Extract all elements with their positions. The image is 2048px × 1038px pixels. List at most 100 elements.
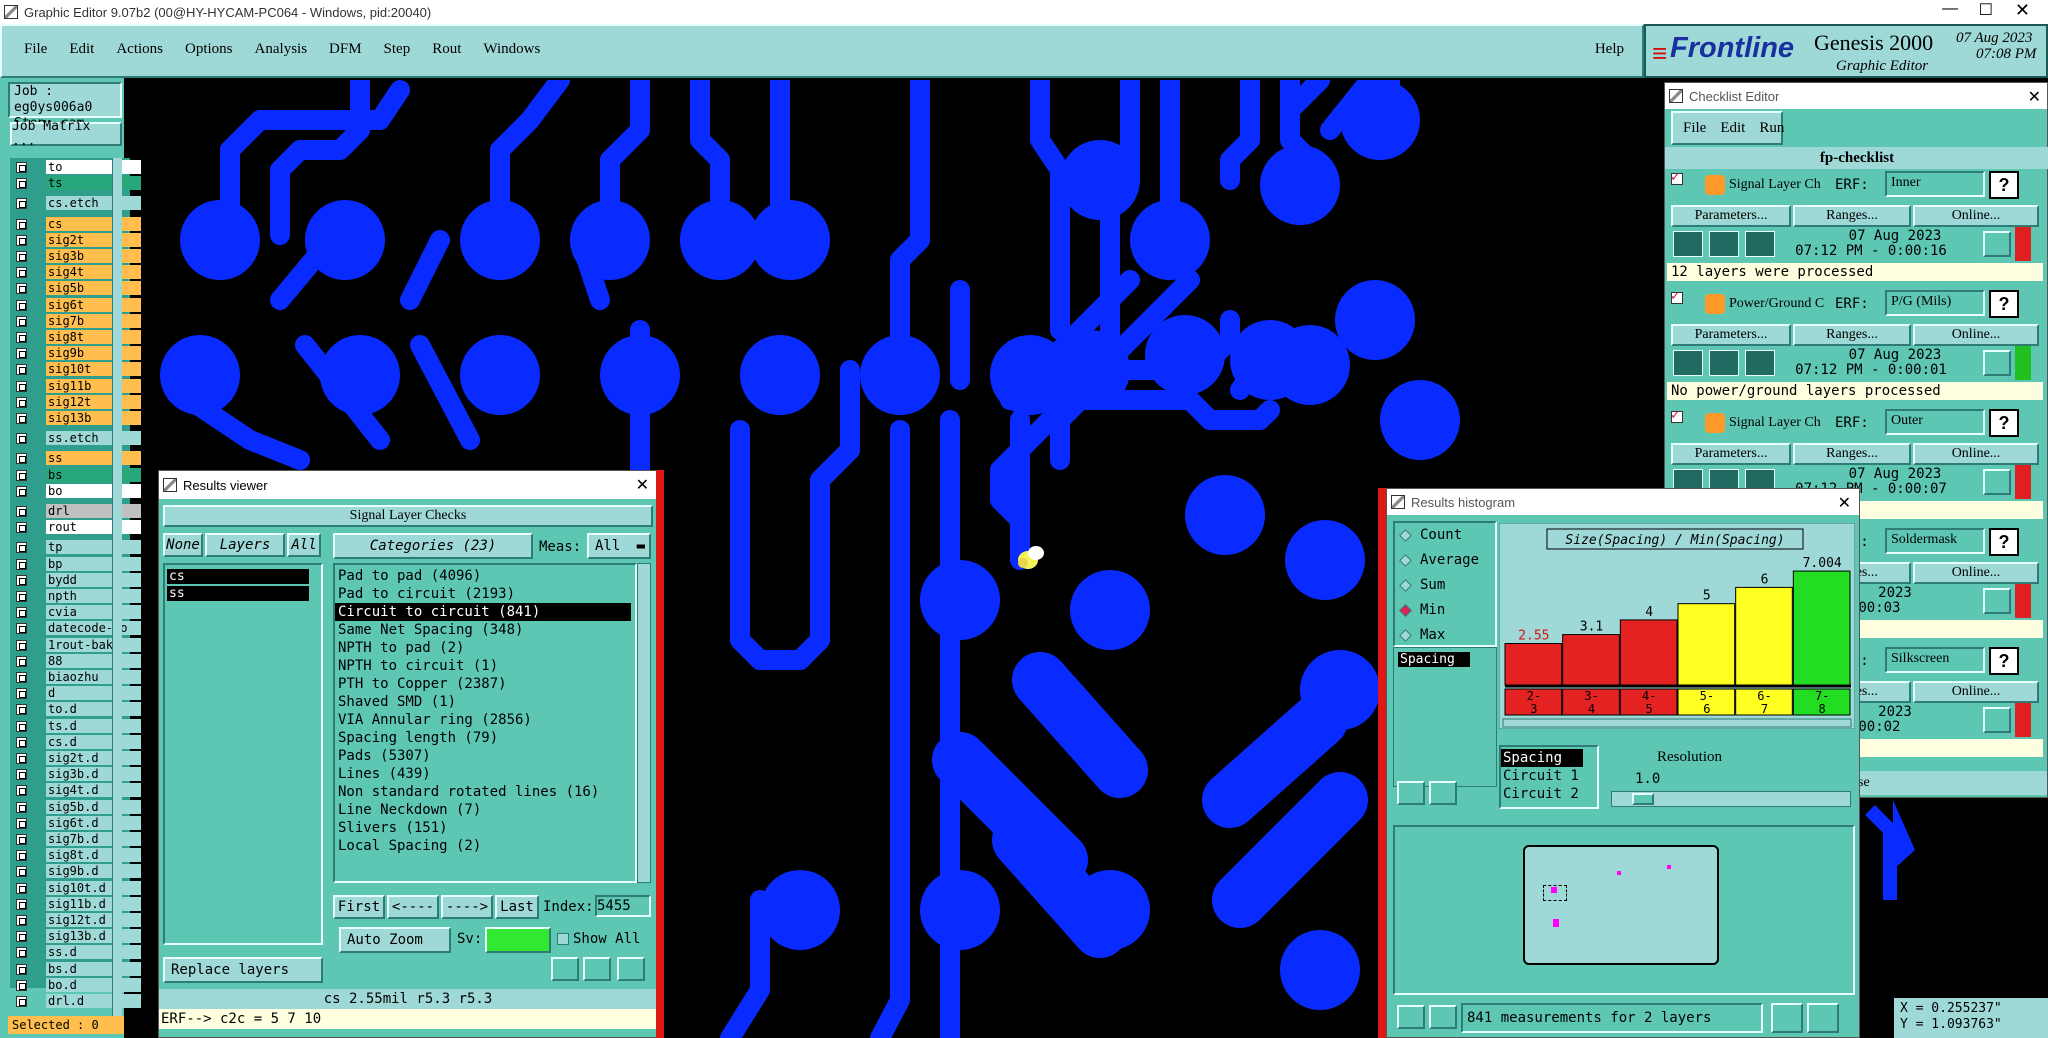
hist-refresh-icon[interactable]: [1429, 781, 1457, 805]
help-icon[interactable]: ?: [1989, 409, 2019, 437]
menu-actions[interactable]: Actions: [116, 41, 163, 58]
minimize-icon[interactable]: —: [1942, 0, 1958, 18]
layer-row[interactable]: tp: [10, 540, 141, 555]
menu-help[interactable]: Help: [1595, 41, 1624, 58]
layer-row[interactable]: ss: [10, 451, 141, 466]
sv-color-dropdown[interactable]: [485, 927, 551, 953]
menu-file[interactable]: File: [24, 41, 47, 58]
layer-row[interactable]: sig6t.d: [10, 815, 141, 831]
checklist-menu-file[interactable]: File: [1683, 120, 1706, 137]
layer-row[interactable]: sig7b.d: [10, 832, 141, 847]
layer-row[interactable]: bs: [10, 467, 141, 483]
parameters-button[interactable]: Parameters...: [1671, 205, 1791, 227]
layer-checkbox[interactable]: [16, 453, 27, 465]
meas-dropdown[interactable]: All ▬: [587, 533, 651, 559]
layer-results-list[interactable]: cs ss: [163, 563, 323, 945]
zoom-result-icon[interactable]: [1983, 231, 2011, 257]
layer-row[interactable]: ts: [10, 176, 141, 191]
layer-checkbox[interactable]: [16, 688, 27, 700]
layer-checkbox[interactable]: [16, 162, 27, 173]
layer-row[interactable]: sig2t: [10, 232, 141, 248]
layer-row[interactable]: sig13b.d: [10, 929, 141, 944]
layer-row[interactable]: rout: [10, 520, 141, 535]
menu-windows[interactable]: Windows: [483, 41, 540, 58]
undo-icon[interactable]: [617, 957, 645, 981]
histogram-bar[interactable]: [1735, 586, 1793, 686]
histogram-bar[interactable]: [1792, 570, 1851, 686]
layer-row[interactable]: sig7b: [10, 313, 141, 329]
zoom-area-icon[interactable]: [1807, 1003, 1839, 1033]
layer-row[interactable]: drl.d: [10, 994, 141, 1009]
category-item[interactable]: Non standard rotated lines (16): [335, 783, 635, 801]
layer-checkbox[interactable]: [16, 469, 27, 481]
histogram-close-icon[interactable]: ✕: [1838, 493, 1851, 513]
histogram-chart[interactable]: Size(Spacing) / Min(Spacing) 2.55 2-3 3.1 3-…: [1499, 523, 1855, 729]
layer-checkbox[interactable]: [16, 607, 27, 619]
checklist-close-button[interactable]: ose: [1851, 771, 2047, 795]
run-action-icon[interactable]: [1673, 350, 1703, 376]
layer-row[interactable]: npth: [10, 589, 141, 604]
layer-checkbox[interactable]: [16, 332, 27, 343]
category-item[interactable]: NPTH to circuit (1): [335, 657, 635, 675]
layer-checkbox[interactable]: [16, 178, 27, 190]
layer-checkbox[interactable]: [16, 267, 27, 279]
category-item[interactable]: Circuit to circuit (841): [335, 603, 631, 621]
layer-checkbox[interactable]: [16, 769, 27, 781]
layer-scrollbar[interactable]: [112, 158, 122, 1018]
histogram-field-list[interactable]: Spacing Circuit 1 Circuit 2: [1499, 745, 1599, 809]
online-button[interactable]: Online...: [1913, 562, 2039, 584]
resolution-slider-thumb[interactable]: [1632, 793, 1654, 805]
histogram-bar[interactable]: [1562, 634, 1620, 686]
layer-row[interactable]: sig3b.d: [10, 767, 141, 782]
layer-row[interactable]: datecode-to: [10, 621, 141, 636]
category-item[interactable]: Local Spacing (2): [335, 837, 635, 855]
histogram-bar[interactable]: [1619, 619, 1678, 686]
category-item[interactable]: Pad to circuit (2193): [335, 585, 635, 603]
layer-checkbox[interactable]: [16, 198, 27, 210]
layer-row[interactable]: sig8t.d: [10, 848, 141, 863]
layer-checkbox[interactable]: [16, 396, 27, 408]
layer-checkbox[interactable]: [16, 591, 27, 602]
checklist-menu-run[interactable]: Run: [1759, 120, 1784, 137]
layer-row[interactable]: cs.etch: [10, 196, 141, 211]
help-icon[interactable]: ?: [1989, 290, 2019, 318]
mode-option-min[interactable]: Min: [1395, 598, 1495, 623]
summary-refresh-icon[interactable]: [1429, 1005, 1457, 1029]
layer-row[interactable]: 88: [10, 653, 141, 669]
layer-row[interactable]: to: [10, 160, 141, 175]
category-item[interactable]: Line Neckdown (7): [335, 801, 635, 819]
layer-checkbox[interactable]: [16, 801, 27, 813]
layer-checkbox[interactable]: [16, 931, 27, 943]
layer-checkbox[interactable]: [16, 234, 27, 246]
results-viewer-close-icon[interactable]: ✕: [636, 475, 649, 495]
erf-value[interactable]: Inner: [1885, 171, 1985, 197]
layer-checkbox[interactable]: [16, 522, 27, 534]
first-button[interactable]: First: [333, 895, 385, 919]
layer-row[interactable]: sig12t: [10, 394, 141, 410]
layer-checkbox[interactable]: [16, 348, 27, 360]
results-viewer-title-bar[interactable]: Results viewer ✕: [159, 471, 657, 499]
layer-row[interactable]: sig11b.d: [10, 896, 141, 912]
layer-checkbox[interactable]: [16, 558, 27, 570]
layer-checkbox[interactable]: [16, 639, 27, 651]
layer-checkbox[interactable]: [16, 720, 27, 732]
category-item[interactable]: VIA Annular ring (2856): [335, 711, 635, 729]
field-circuit-2[interactable]: Circuit 2: [1501, 785, 1597, 803]
replace-layers-dropdown[interactable]: Replace layers: [163, 957, 323, 983]
category-item[interactable]: PTH to Copper (2387): [335, 675, 635, 693]
layer-checkbox[interactable]: [16, 834, 27, 845]
parameters-button[interactable]: Parameters...: [1671, 443, 1791, 465]
layer-row[interactable]: ss.etch: [10, 431, 141, 446]
layer-checkbox[interactable]: [16, 915, 27, 926]
layer-checkbox[interactable]: [16, 623, 27, 635]
layer-checkbox[interactable]: [16, 753, 27, 764]
layer-checkbox[interactable]: [16, 655, 27, 667]
layer-row[interactable]: sig5b.d: [10, 799, 141, 815]
help-icon[interactable]: ?: [1989, 171, 2019, 199]
layer-checkbox[interactable]: [16, 979, 27, 991]
layer-row[interactable]: cs.d: [10, 734, 141, 750]
layer-row[interactable]: sig12t.d: [10, 913, 141, 928]
help-icon[interactable]: ?: [1989, 647, 2019, 675]
layer-row[interactable]: bp: [10, 556, 141, 572]
category-item[interactable]: Pads (5307): [335, 747, 635, 765]
